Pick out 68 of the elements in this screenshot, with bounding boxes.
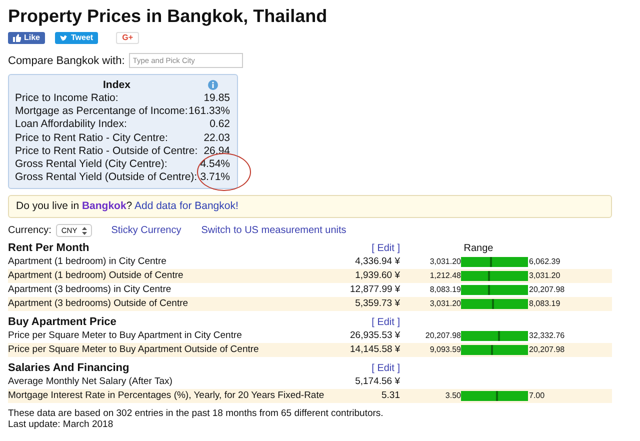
row-label: Price per Square Meter to Buy Apartment Outside of Centre: [8, 343, 260, 358]
notice-text: Do you live in Bangkok? Add data for Bangkok!: [16, 200, 240, 214]
range-min: 3,031.20: [428, 256, 461, 268]
range-max: 6,062.39: [529, 256, 560, 268]
footer-text: Last update: March 2018: [8, 419, 114, 430]
row-value: 5,359.73 ¥: [354, 297, 401, 312]
row-label: Price per Square Meter to Buy Apartment in City Centre: [8, 329, 243, 344]
row-value: 1,939.60 ¥: [354, 269, 401, 284]
index-label: Price to Income Ratio:: [15, 92, 118, 106]
section-heading: Buy Apartment Price: [8, 316, 118, 330]
compare-label: Compare Bangkok with:: [8, 54, 125, 66]
city-link[interactable]: Bangkok: [82, 200, 126, 212]
index-heading: Index: [103, 79, 130, 91]
edit-link[interactable]: [ Edit ]: [350, 362, 405, 376]
currency-option-link[interactable]: Sticky Currency: [111, 225, 182, 236]
range-max: 32,332.76: [529, 330, 565, 342]
edit-link[interactable]: [ Edit ]: [350, 242, 405, 256]
row-value: 5,174.56 ¥: [354, 375, 401, 390]
section-heading: Salaries And Financing: [8, 362, 130, 376]
range-min: 9,093.59: [428, 344, 461, 356]
range-min: 20,207.98: [424, 330, 461, 342]
currency-label: Currency:: [8, 225, 52, 236]
page-title: Property Prices in Bangkok, Thailand: [8, 5, 328, 27]
bird-icon: [60, 34, 68, 42]
index-label: Mortgage as Percentange of Income:: [15, 105, 188, 118]
row-label: Apartment (1 bedroom) Outside of Centre: [8, 269, 184, 284]
index-label: Loan Affordability Index:: [15, 118, 127, 132]
row-value: 12,877.99 ¥: [350, 283, 402, 298]
range-max: 8,083.19: [529, 298, 560, 310]
range-min: 3.50: [444, 390, 461, 402]
index-value: 3.71%: [200, 171, 230, 184]
row-label: Mortgage Interest Rate in Percentages (%), Yearly, for 20 Years Fixed-Rate: [8, 389, 326, 404]
index-label: Price to Rent Ratio - City Centre:: [15, 132, 168, 145]
range-min: 3,031.20: [428, 298, 461, 310]
range-min: 1,212.48: [428, 270, 461, 282]
row-value: 26,935.53 ¥: [350, 329, 402, 344]
range-max: 20,207.98: [529, 284, 565, 296]
range-heading: Range: [462, 242, 494, 256]
index-value: 0.62: [210, 118, 230, 132]
range-min: 8,083.19: [428, 284, 461, 296]
row-value: 5.31: [380, 389, 401, 404]
index-label: Price to Rent Ratio - Outside of Centre:: [15, 144, 198, 158]
index-value: 26.94: [204, 144, 230, 158]
row-label: Average Monthly Net Salary (After Tax): [8, 375, 174, 390]
range-max: 20,207.98: [529, 344, 565, 356]
index-value: 161.33%: [188, 105, 230, 118]
index-label: Gross Rental Yield (Outside of Centre):: [15, 171, 198, 184]
like-button[interactable]: Like: [8, 32, 46, 44]
row-value: 14,145.58 ¥: [350, 343, 402, 358]
thumbs-up-icon: [13, 34, 21, 42]
add-data-link[interactable]: Add data for Bangkok!: [134, 200, 238, 212]
range-max: 3,031.20: [529, 270, 560, 282]
index-label: Gross Rental Yield (City Centre):: [15, 158, 168, 172]
index-value: 19.85: [204, 92, 230, 106]
row-value: 4,336.94 ¥: [354, 255, 401, 270]
index-value: 4.54%: [200, 158, 230, 172]
row-label: Apartment (3 bedrooms) Outside of Centre: [8, 297, 190, 312]
updown-caret-icon: [82, 226, 88, 235]
section-heading: Rent Per Month: [8, 242, 90, 256]
currency-option-link[interactable]: Switch to US measurement units: [201, 225, 346, 236]
footer-text: These data are based on 302 entries in the past 18 months from 65 different contributors.: [8, 408, 384, 420]
row-label: Apartment (1 bedroom) in City Centre: [8, 255, 168, 270]
google-plus-button[interactable]: G+: [116, 32, 139, 44]
info-icon: [208, 80, 218, 90]
row-label: Apartment (3 bedrooms) in City Centre: [8, 283, 172, 298]
range-max: 7.00: [529, 390, 545, 402]
index-value: 22.03: [204, 132, 230, 145]
edit-link[interactable]: [ Edit ]: [350, 316, 405, 330]
